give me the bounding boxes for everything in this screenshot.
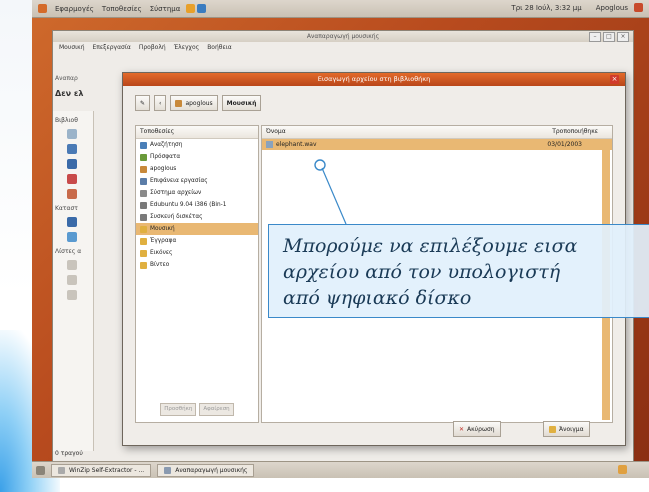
callout-text: Μπορούμε να επιλέξουμε εισα αρχείου από … [283,233,577,311]
callout-line-1: Μπορούμε να επιλέξουμε εισα [283,235,578,257]
callout-line-3: από ψηφιακό δίσκο [283,287,472,309]
photo-background: Εφαρμογές Τοποθεσίες Σύστημα Τρι 28 Ιούλ… [0,0,649,492]
callout-box: Μπορούμε να επιλέξουμε εισα αρχείου από … [268,224,649,318]
callout-line-2: αρχείου από τον υπολογιστή [283,261,561,283]
